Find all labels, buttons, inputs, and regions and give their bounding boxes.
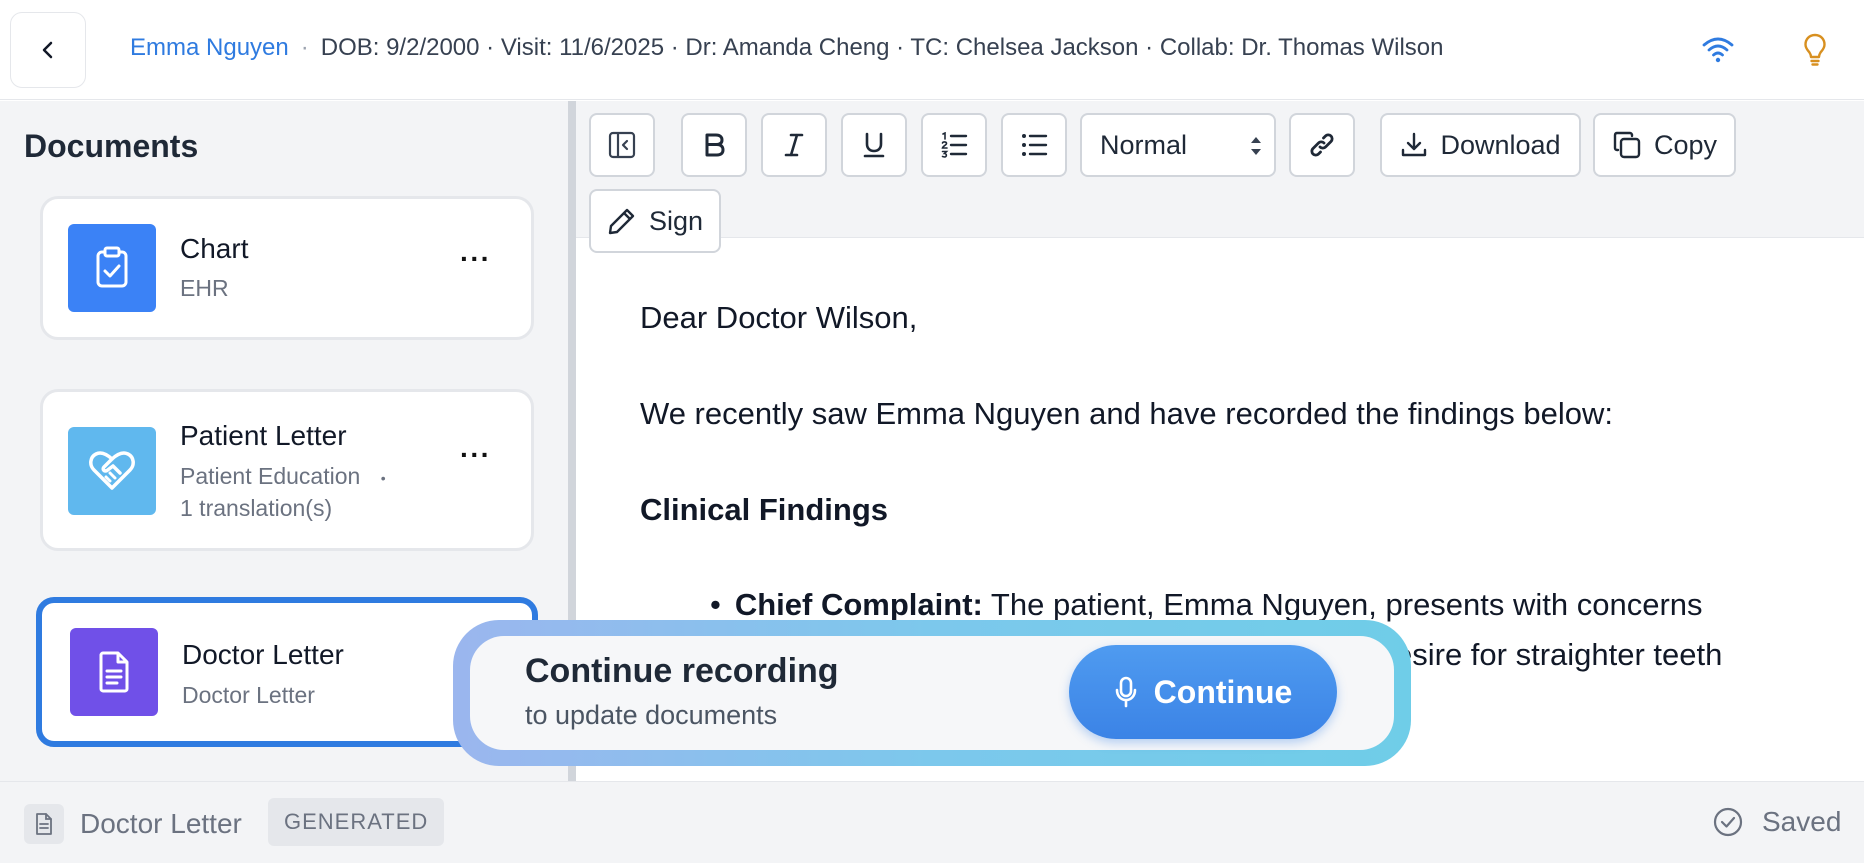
- document-name: Doctor Letter: [182, 639, 344, 670]
- sidebar-title: Documents: [24, 128, 199, 164]
- copy-icon: [1613, 131, 1641, 159]
- continue-recording-button[interactable]: Continue: [1069, 645, 1337, 739]
- sign-button[interactable]: Sign: [589, 189, 721, 253]
- italic-icon: [784, 133, 804, 157]
- link-icon: [1310, 133, 1334, 157]
- bold-icon: [705, 133, 725, 157]
- patient-name[interactable]: Emma Nguyen: [130, 34, 289, 62]
- document-card-patient-letter[interactable]: Patient Letter Patient Education • 1 tra…: [40, 389, 534, 551]
- document-subtitle: Doctor Letter: [182, 682, 315, 708]
- separator: ·: [300, 34, 309, 61]
- text-style-value: Normal: [1100, 129, 1188, 160]
- more-options-button[interactable]: ···: [460, 439, 491, 471]
- file-text-icon: [70, 628, 158, 716]
- copy-button[interactable]: Copy: [1593, 113, 1736, 177]
- patient-header: Emma Nguyen · DOB: 9/2/2000 · Visit: 11/…: [0, 0, 1864, 100]
- text-style-select[interactable]: Normal: [1080, 113, 1276, 177]
- document-subtitle: EHR: [180, 275, 229, 301]
- status-badge: GENERATED: [268, 798, 445, 846]
- document-card-chart[interactable]: Chart EHR ···: [40, 196, 534, 340]
- letter-greeting: Dear Doctor Wilson,: [640, 300, 918, 335]
- recording-prompt-title: Continue recording: [525, 652, 839, 690]
- more-options-button[interactable]: ···: [460, 243, 491, 275]
- bold-button[interactable]: [681, 113, 747, 177]
- bullet-text-continued: esire for straighter teeth: [1395, 637, 1723, 672]
- patient-info: Emma Nguyen · DOB: 9/2/2000 · Visit: 11/…: [130, 34, 1443, 62]
- bullet-label: Chief Complaint:: [734, 587, 983, 622]
- recording-prompt-subtitle: to update documents: [525, 700, 778, 730]
- select-arrows-icon: [1251, 137, 1261, 155]
- current-document-name: Doctor Letter: [80, 808, 242, 839]
- copy-label: Copy: [1653, 129, 1718, 160]
- toggle-sidebar-button[interactable]: [589, 113, 655, 177]
- bullet-list-icon: [1022, 134, 1048, 156]
- wifi-icon[interactable]: [1698, 30, 1738, 70]
- underline-icon: [863, 132, 885, 158]
- sign-label: Sign: [648, 205, 704, 236]
- letter-intro: We recently saw Emma Nguyen and have rec…: [640, 396, 1614, 431]
- continue-label: Continue: [1153, 673, 1293, 710]
- lightbulb-icon[interactable]: [1795, 30, 1835, 70]
- download-icon: [1402, 132, 1427, 157]
- document-subtitle: Patient Education •: [180, 460, 386, 494]
- translation-count: 1 translation(s): [180, 495, 333, 521]
- subtitle-dot: •: [380, 469, 386, 486]
- patient-details: DOB: 9/2/2000 · Visit: 11/6/2025 · Dr: A…: [320, 34, 1444, 61]
- download-label: Download: [1440, 129, 1561, 160]
- bullet-list-button[interactable]: [1001, 113, 1067, 177]
- bullet-text: The patient, Emma Nguyen, presents with …: [990, 587, 1703, 622]
- document-name: Chart: [180, 233, 249, 264]
- back-icon: [42, 41, 53, 59]
- insert-link-button[interactable]: [1289, 113, 1355, 177]
- saved-label: Saved: [1762, 806, 1842, 837]
- clipboard-check-icon: [68, 224, 156, 312]
- bullet-marker: •: [710, 587, 721, 622]
- back-button[interactable]: [10, 12, 86, 88]
- save-status: Saved: [1712, 806, 1841, 838]
- document-name: Patient Letter: [180, 420, 347, 451]
- pencil-icon: [608, 208, 635, 235]
- document-subtitle-text: Patient Education: [180, 463, 361, 489]
- bullet-item-chief-complaint: • Chief Complaint: The patient, Emma Nguy…: [710, 585, 1703, 625]
- download-button[interactable]: Download: [1380, 113, 1581, 177]
- italic-button[interactable]: [761, 113, 827, 177]
- document-content[interactable]: Dear Doctor Wilson, We recently saw Emma…: [640, 298, 1820, 530]
- ordered-list-icon: [941, 132, 968, 158]
- underline-button[interactable]: [841, 113, 907, 177]
- ordered-list-button[interactable]: [921, 113, 987, 177]
- microphone-icon: [1115, 676, 1136, 708]
- panel-left-icon: [608, 131, 636, 159]
- check-circle-icon: [1713, 807, 1743, 837]
- section-heading: Clinical Findings: [640, 492, 889, 527]
- document-icon: [24, 804, 64, 844]
- heart-handshake-icon: [68, 427, 156, 515]
